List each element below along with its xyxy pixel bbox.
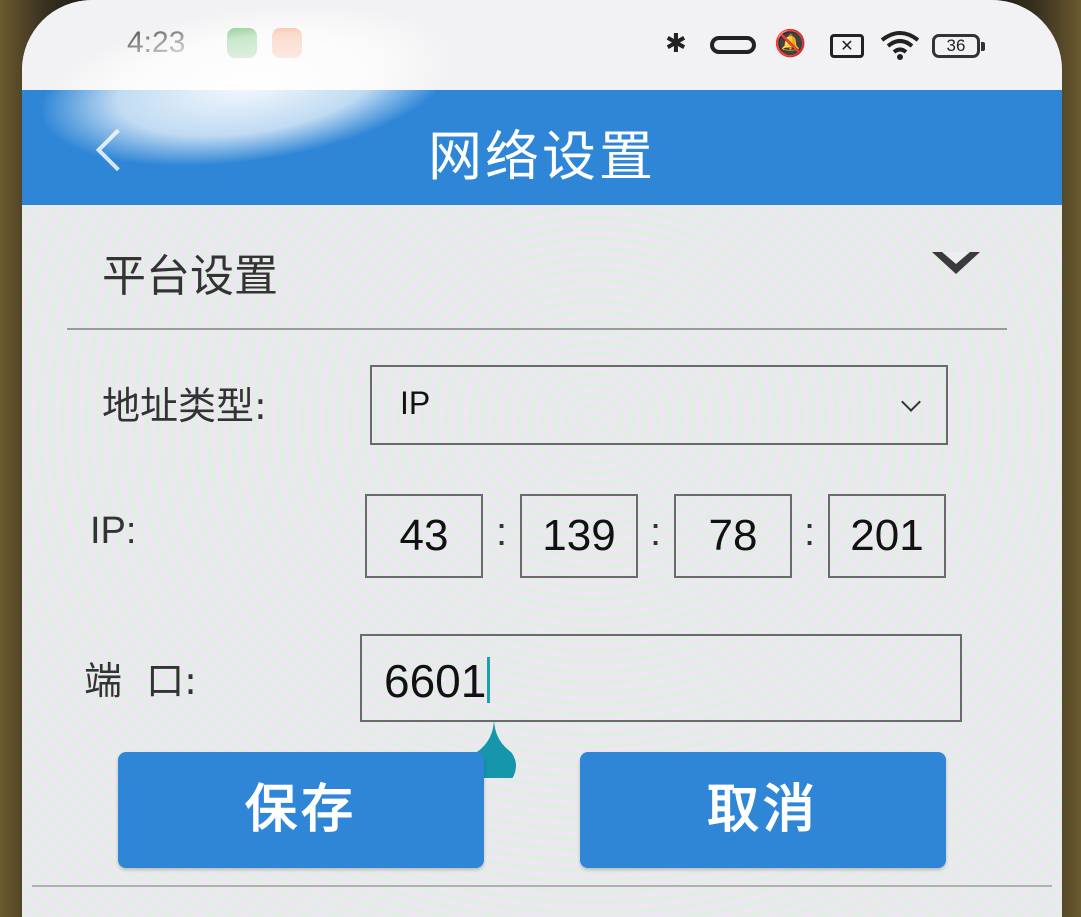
- address-type-value: IP: [400, 385, 431, 421]
- status-bar: 4:23 ✱ 🔕 ✕ 36: [22, 0, 1062, 90]
- status-time: 4:23: [127, 26, 186, 59]
- vibrate-icon: [710, 36, 756, 54]
- port-value-text: 6601: [384, 655, 487, 707]
- ip-separator: :: [496, 510, 508, 554]
- wifi-icon: [880, 30, 920, 60]
- section-divider: [67, 328, 1007, 330]
- app-notification-icon: [227, 28, 257, 58]
- phone-screen: 4:23 ✱ 🔕 ✕ 36 网络设置 平台设置 地址类型: IP IP: 43 …: [22, 0, 1062, 917]
- battery-icon: 36: [932, 34, 985, 58]
- bottom-divider: [32, 885, 1052, 887]
- mute-icon: 🔕: [774, 29, 807, 59]
- page-title: 网络设置: [428, 125, 656, 188]
- address-type-label: 地址类型:: [102, 384, 267, 428]
- no-sim-icon: ✕: [830, 34, 864, 58]
- port-input[interactable]: 6601: [360, 634, 962, 722]
- dropdown-caret-icon: [901, 392, 921, 412]
- save-button[interactable]: 保存: [118, 752, 484, 868]
- ip-octet-1[interactable]: 43: [365, 494, 483, 578]
- ip-label: IP:: [90, 510, 137, 552]
- bluetooth-icon: ✱: [665, 29, 687, 59]
- ip-separator: :: [650, 510, 662, 554]
- chevron-down-icon[interactable]: [932, 252, 980, 274]
- address-type-select[interactable]: IP: [370, 365, 948, 445]
- section-title[interactable]: 平台设置: [102, 240, 278, 304]
- cancel-button[interactable]: 取消: [580, 752, 946, 868]
- ip-octet-2[interactable]: 139: [520, 494, 638, 578]
- ip-separator: :: [804, 510, 816, 554]
- text-cursor: [487, 657, 491, 703]
- app-notification-icon: [272, 28, 302, 58]
- ip-octet-3[interactable]: 78: [674, 494, 792, 578]
- ip-octet-4[interactable]: 201: [828, 494, 946, 578]
- port-label: 端 口:: [84, 659, 197, 703]
- port-value: 6601: [384, 654, 491, 708]
